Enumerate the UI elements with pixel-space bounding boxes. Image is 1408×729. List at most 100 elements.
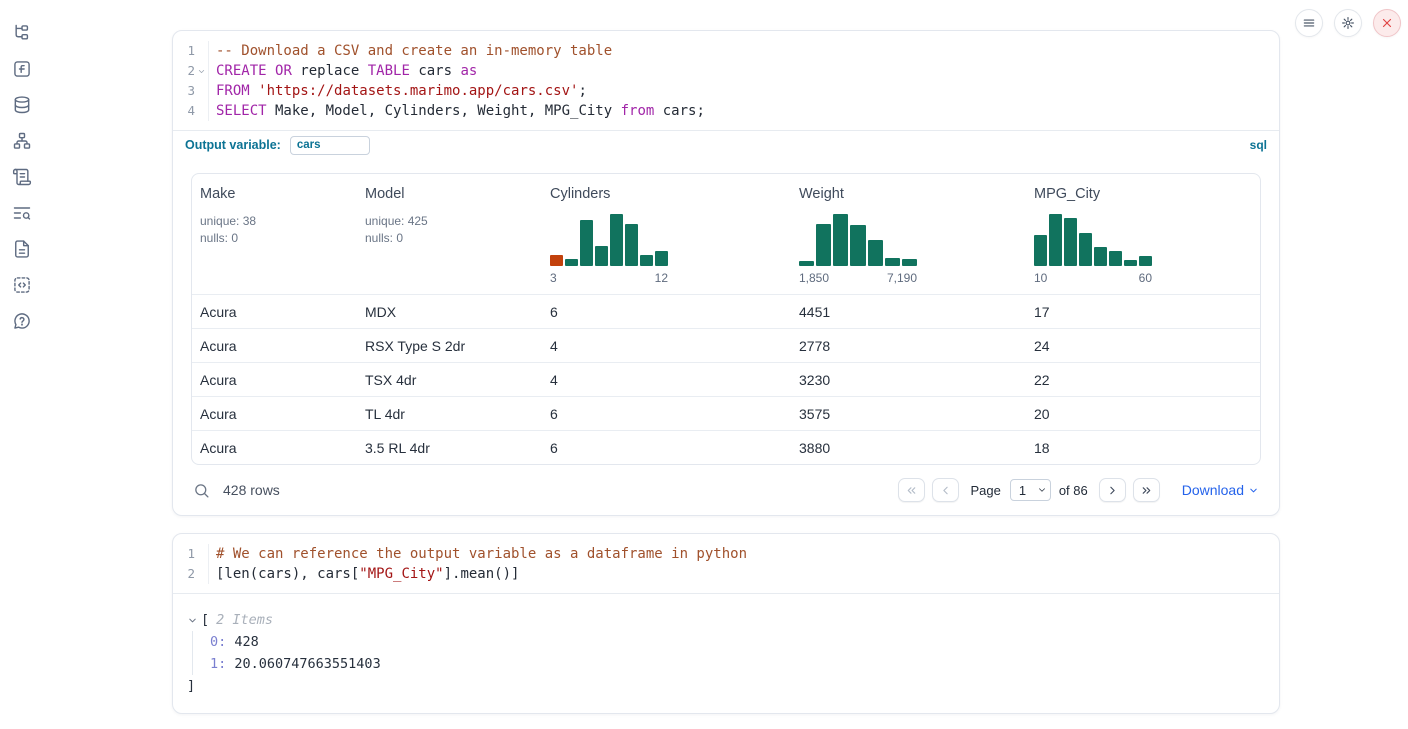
table-row[interactable]: AcuraMDX6445117 <box>192 294 1260 328</box>
sql-code-editor[interactable]: 1 -- Download a CSV and create an in-mem… <box>173 31 1279 130</box>
hist-max-label: 12 <box>655 271 668 285</box>
last-page-button[interactable] <box>1133 478 1160 502</box>
hist-max-label: 7,190 <box>887 271 917 285</box>
python-code-editor[interactable]: 1 # We can reference the output variable… <box>173 534 1279 593</box>
histogram-bar <box>610 214 623 266</box>
table-cell: MDX <box>357 304 542 320</box>
table-cell: Acura <box>192 304 357 320</box>
table-cell: 6 <box>542 440 791 456</box>
row-count: 428 rows <box>223 482 280 498</box>
code-line: 4 SELECT Make, Model, Cylinders, Weight,… <box>173 101 1279 121</box>
histogram-bar <box>595 246 608 266</box>
chevron-right-icon <box>1106 484 1119 497</box>
fold-chevron-icon[interactable] <box>196 66 207 77</box>
tree-entry-value: 428 <box>226 634 259 650</box>
histogram-bar <box>1064 218 1077 266</box>
histogram-bar <box>885 258 900 266</box>
table-cell: Acura <box>192 338 357 354</box>
python-output: [ 2 Items 0: 4281: 20.060747663551403 ] <box>173 593 1279 713</box>
chevron-left-icon <box>939 484 952 497</box>
download-button[interactable]: Download <box>1182 482 1259 498</box>
page-total-label: of 86 <box>1059 483 1088 498</box>
table-cell: 2778 <box>791 338 1026 354</box>
page-label: Page <box>970 483 1000 498</box>
mpg-city-histogram: 10 60 <box>1034 214 1152 285</box>
previous-page-button[interactable] <box>932 478 959 502</box>
table-row[interactable]: AcuraTSX 4dr4323022 <box>192 362 1260 396</box>
histogram-bar <box>868 240 883 266</box>
column-header-model[interactable]: Model unique: 425 nulls: 0 <box>357 174 542 294</box>
tree-entry: 0: 428 <box>210 631 1265 653</box>
table-footer: 428 rows Page 1 of 86 <box>191 477 1261 503</box>
shutdown-button[interactable] <box>1373 9 1401 37</box>
line-number: 2 <box>187 61 195 81</box>
table-cell: 3.5 RL 4dr <box>357 440 542 456</box>
histogram-bar <box>799 261 814 266</box>
histogram-bar <box>550 255 563 266</box>
histogram-bar <box>850 225 865 266</box>
histogram-bar <box>580 220 593 266</box>
next-page-button[interactable] <box>1099 478 1126 502</box>
table-cell: 4451 <box>791 304 1026 320</box>
search-icon[interactable] <box>193 482 210 499</box>
function-square-icon[interactable] <box>12 59 32 79</box>
column-header-cylinders[interactable]: Cylinders 3 12 <box>542 174 791 294</box>
table-cell: 18 <box>1026 440 1260 456</box>
output-variable-input[interactable] <box>290 136 370 155</box>
chevrons-right-icon <box>1140 484 1153 497</box>
histogram-bar <box>816 224 831 266</box>
file-text-icon[interactable] <box>12 239 32 259</box>
code-text: -- Download a CSV and create an in-memor… <box>209 41 612 61</box>
hist-min-label: 1,850 <box>799 271 829 285</box>
table-row[interactable]: AcuraRSX Type S 2dr4277824 <box>192 328 1260 362</box>
python-cell: 1 # We can reference the output variable… <box>172 533 1280 714</box>
table-cell: 4 <box>542 338 791 354</box>
tree-entry-value: 20.060747663551403 <box>226 656 380 672</box>
code-snippets-icon[interactable] <box>12 275 32 295</box>
hist-min-label: 10 <box>1034 271 1047 285</box>
line-number: 1 <box>187 544 195 564</box>
tree-entries: 0: 4281: 20.060747663551403 <box>192 631 1265 675</box>
table-cell: Acura <box>192 440 357 456</box>
file-tree-icon[interactable] <box>12 23 32 43</box>
weight-histogram: 1,850 7,190 <box>799 214 917 285</box>
dependency-graph-icon[interactable] <box>12 131 32 151</box>
scroll-text-icon[interactable] <box>12 167 32 187</box>
histogram-bar <box>1094 247 1107 266</box>
table-row[interactable]: Acura3.5 RL 4dr6388018 <box>192 430 1260 464</box>
column-header-weight[interactable]: Weight 1,850 7,190 <box>791 174 1026 294</box>
code-line: 3 FROM 'https://datasets.marimo.app/cars… <box>173 81 1279 101</box>
settings-button[interactable] <box>1334 9 1362 37</box>
table-cell: 4 <box>542 372 791 388</box>
histogram-bar <box>1124 260 1137 266</box>
text-search-icon[interactable] <box>12 203 32 223</box>
histogram-bar <box>902 259 917 266</box>
histogram-bar <box>625 224 638 266</box>
table-cell: 6 <box>542 406 791 422</box>
database-icon[interactable] <box>12 95 32 115</box>
sidebar <box>0 0 44 729</box>
data-table: Make unique: 38 nulls: 0 Model unique: 4… <box>191 173 1261 465</box>
table-cell: 3575 <box>791 406 1026 422</box>
collapse-chevron-icon[interactable] <box>187 615 198 626</box>
column-header-make[interactable]: Make unique: 38 nulls: 0 <box>192 174 357 294</box>
menu-button[interactable] <box>1295 9 1323 37</box>
download-label: Download <box>1182 482 1244 498</box>
hist-max-label: 60 <box>1139 271 1152 285</box>
histogram-bar <box>1109 251 1122 266</box>
first-page-button[interactable] <box>898 478 925 502</box>
table-cell: Acura <box>192 406 357 422</box>
help-icon[interactable] <box>12 311 32 331</box>
page-select[interactable]: 1 <box>1010 479 1051 501</box>
histogram-bar <box>640 255 653 266</box>
close-icon <box>1380 16 1394 30</box>
table-cell: 3880 <box>791 440 1026 456</box>
histogram-bar <box>1034 235 1047 266</box>
column-header-mpg-city[interactable]: MPG_City 10 60 <box>1026 174 1260 294</box>
code-line: 2 CREATE OR replace TABLE cars as <box>173 61 1279 81</box>
table-row[interactable]: AcuraTL 4dr6357520 <box>192 396 1260 430</box>
hamburger-icon <box>1302 16 1316 30</box>
table-cell: Acura <box>192 372 357 388</box>
tree-entry-key: 0: <box>210 634 226 650</box>
table-cell: 24 <box>1026 338 1260 354</box>
